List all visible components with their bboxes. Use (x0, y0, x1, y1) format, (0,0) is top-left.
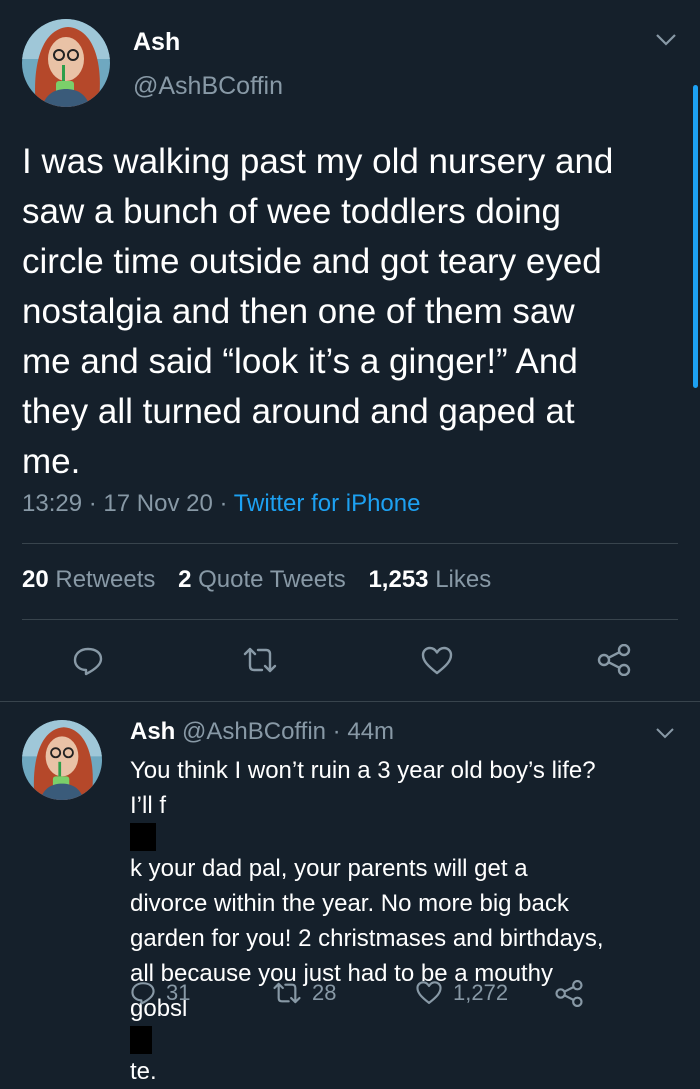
reply-author-name[interactable]: Ash (130, 718, 175, 745)
tweet-text-line: saw a bunch of wee toddlers doing (22, 192, 561, 231)
tweet-text: I was walking past my old nursery and sa… (22, 137, 688, 487)
reply-icon (131, 982, 155, 1005)
retweet-count: 28 (312, 980, 337, 1005)
reply-author-handle[interactable]: @AshBCoffin (182, 718, 326, 745)
like-icon (421, 646, 453, 675)
like-button[interactable] (420, 646, 454, 676)
tweet-text-line: they all turned around and gaped at (22, 392, 575, 431)
avatar[interactable] (22, 19, 110, 107)
reply-text: You think I won’t ruin a 3 year old boy’… (130, 753, 604, 1089)
reply-icon (73, 647, 103, 676)
reply-header: Ash @AshBCoffin · 44m (130, 718, 394, 746)
divider (0, 701, 700, 702)
reply-text-line: divorce within the year. No more big bac… (130, 890, 569, 917)
tweet-text-line: me and said “look it’s a ginger!” And (22, 342, 578, 381)
share-button[interactable] (596, 644, 632, 676)
like-count: 1,272 (453, 980, 509, 1005)
reply-button[interactable] (72, 646, 104, 676)
author-handle[interactable]: @AshBCoffin (133, 72, 283, 101)
reply-text-line: all because you just had to be a mouthy (130, 960, 553, 987)
tweet-text-line: circle time outside and got teary eyed (22, 242, 602, 281)
reply-text-line: garden for you! 2 christmases and birthd… (130, 925, 604, 952)
reply-text-line: You think I won’t ruin a 3 year old boy’… (130, 757, 596, 784)
author-name[interactable]: Ash (133, 28, 180, 57)
divider (22, 543, 678, 544)
retweet-button[interactable] (242, 646, 278, 674)
reply-like-button[interactable]: 1,272 (415, 980, 508, 1006)
tweet-stats: 20 Retweets 2 Quote Tweets 1,253 Likes (22, 566, 491, 594)
reply-reply-button[interactable]: 31 (130, 980, 190, 1006)
reply-retweet-button[interactable]: 28 (272, 980, 336, 1006)
retweet-icon (243, 647, 277, 673)
reply-count: 31 (166, 980, 191, 1005)
retweet-icon (273, 982, 301, 1004)
retweets-stat[interactable]: 20 Retweets (22, 566, 155, 593)
tweet-source-link[interactable]: Twitter for iPhone (234, 490, 421, 517)
tweet-text-line: nostalgia and then one of them saw (22, 292, 575, 331)
reply-text-line: I’ll fk your dad pal, your parents will … (130, 792, 528, 882)
divider (22, 619, 678, 620)
tweet-time: 13:29 (22, 490, 83, 517)
separator: · (219, 490, 234, 517)
reply-age[interactable]: 44m (347, 718, 394, 745)
likes-stat[interactable]: 1,253 Likes (368, 566, 491, 593)
tweet-text-line: I was walking past my old nursery and (22, 142, 614, 181)
chevron-down-icon[interactable] (655, 32, 677, 48)
tweet-meta: 13:29 · 17 Nov 20 · Twitter for iPhone (22, 490, 420, 518)
tweet-date: 17 Nov 20 (103, 490, 213, 517)
reply-share-button[interactable] (554, 980, 594, 1007)
like-icon (416, 981, 442, 1004)
share-icon (555, 980, 583, 1007)
separator: · (88, 490, 104, 517)
redaction-bar (130, 823, 156, 851)
chevron-down-icon[interactable] (655, 726, 675, 740)
scrollbar[interactable] (693, 85, 698, 388)
share-icon (597, 644, 631, 676)
reply-text-line: gobsl te. (130, 995, 188, 1085)
tweet-text-line: me. (22, 442, 81, 481)
redaction-bar (130, 1026, 152, 1054)
reply-avatar[interactable] (22, 720, 102, 800)
quote-tweets-stat[interactable]: 2 Quote Tweets (178, 566, 346, 593)
separator: · (326, 718, 348, 745)
